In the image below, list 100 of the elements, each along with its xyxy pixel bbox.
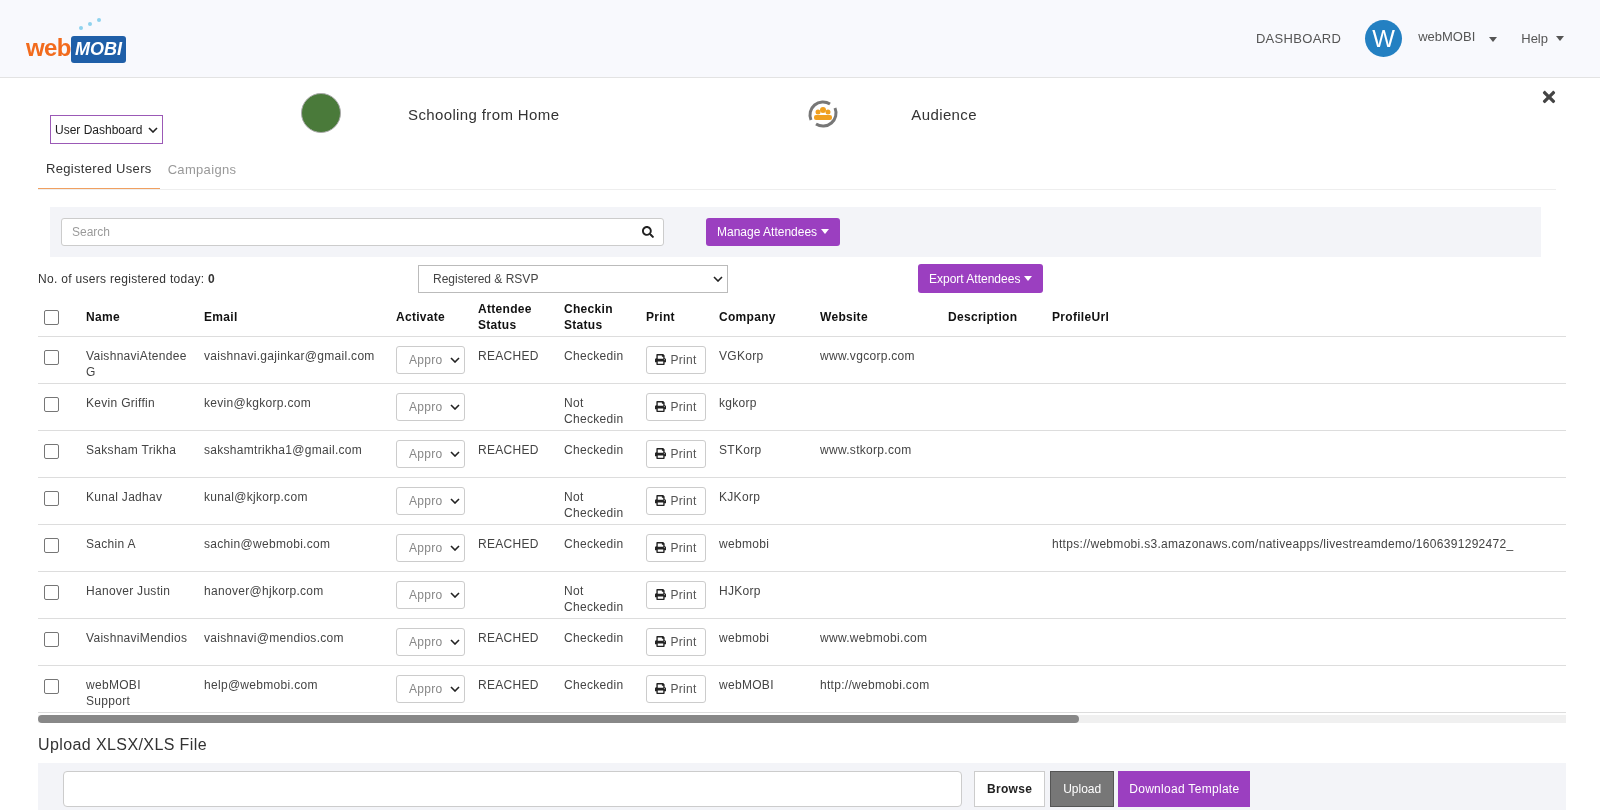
- chevron-icon: [450, 544, 460, 551]
- checkbox[interactable]: [44, 678, 59, 694]
- table-cell: VaishnaviAtendee G: [86, 347, 186, 380]
- printer-icon: [655, 448, 667, 459]
- view-select[interactable]: User Dashboard: [50, 115, 163, 144]
- chevron-icon: [450, 450, 460, 457]
- search-icon: [642, 225, 654, 238]
- chevron-icon: [450, 638, 460, 645]
- column-header: Company: [719, 309, 776, 325]
- checkbox[interactable]: [44, 309, 59, 325]
- printer-icon: [655, 589, 667, 600]
- print-button[interactable]: Print: [646, 533, 706, 562]
- table-cell: REACHED: [478, 441, 539, 458]
- upload-title: Upload XLSX/XLS File: [38, 734, 208, 755]
- table-cell-text: Not Checkedin: [564, 582, 625, 615]
- user-avatar[interactable]: W: [1365, 20, 1403, 57]
- close-button[interactable]: [1540, 88, 1558, 106]
- checkbox[interactable]: [44, 490, 59, 506]
- column-header: Attendee Status: [478, 300, 533, 333]
- checkbox[interactable]: [44, 537, 59, 553]
- upload-button[interactable]: Upload: [1050, 770, 1115, 807]
- table-cell: kunal@kjkorp.com: [204, 488, 308, 505]
- logo-badge: MOBI: [70, 35, 126, 63]
- status-select[interactable]: Appro: [396, 580, 465, 609]
- table-cell: Checkedin: [564, 676, 624, 693]
- status-select[interactable]: Appro: [396, 533, 465, 562]
- column-header: ProfileUrl: [1052, 309, 1109, 325]
- column-header: Description: [948, 309, 1018, 325]
- horizontal-scrollbar[interactable]: [38, 714, 1566, 723]
- table-cell: webMOBI: [719, 676, 774, 693]
- checkbox[interactable]: [44, 396, 59, 412]
- table-cell: kgkorp: [719, 394, 757, 411]
- file-field[interactable]: [63, 770, 962, 807]
- print-button[interactable]: Print: [646, 345, 706, 374]
- table-cell: Checkedin: [564, 441, 624, 458]
- table-cell: VaishnaviMendios: [86, 629, 186, 646]
- table-cell: STKorp: [719, 441, 762, 458]
- table-cell: Checkedin: [564, 535, 624, 552]
- printer-icon: [655, 542, 667, 553]
- filter-select[interactable]: Registered & RSVP: [418, 264, 728, 293]
- print-button[interactable]: Print: [646, 674, 706, 703]
- chevron-icon: [450, 497, 460, 504]
- checkbox[interactable]: [44, 584, 59, 600]
- status-select[interactable]: Appro: [396, 439, 465, 468]
- column-header: Website: [820, 309, 868, 325]
- table-cell: REACHED: [478, 535, 539, 552]
- event-name: Schooling from Home: [408, 105, 560, 125]
- table-cell: vaishnavi.gajinkar@gmail.com: [204, 347, 375, 364]
- search-field[interactable]: Search: [61, 217, 664, 246]
- user-menu[interactable]: webMOBI: [1418, 26, 1476, 47]
- printer-icon: [655, 683, 667, 694]
- column-header: Checkin Status: [564, 300, 614, 333]
- chevron-icon: [450, 685, 460, 692]
- table-cell: Checkedin: [564, 347, 624, 364]
- help-menu[interactable]: Help: [1521, 28, 1564, 49]
- chevron-icon: [450, 356, 460, 363]
- status-select[interactable]: Appro: [396, 486, 465, 515]
- printer-icon: [655, 495, 667, 506]
- export-attendees-button[interactable]: Export Attendees: [918, 264, 1044, 293]
- chevron-icon: [713, 275, 723, 282]
- checkbox[interactable]: [44, 631, 59, 647]
- browse-button[interactable]: Browse: [974, 770, 1046, 807]
- chevron-icon: [148, 126, 158, 133]
- column-header: Name: [86, 309, 120, 325]
- table-cell: REACHED: [478, 347, 539, 364]
- table-cell: http://webmobi.com: [820, 676, 930, 693]
- status-select[interactable]: Appro: [396, 392, 465, 421]
- print-button[interactable]: Print: [646, 486, 706, 515]
- table-cell: hanover@hjkorp.com: [204, 582, 324, 599]
- table-cell: vaishnavi@mendios.com: [204, 629, 344, 646]
- status-select[interactable]: Appro: [396, 674, 465, 703]
- table-cell: sakshamtrikha1@gmail.com: [204, 441, 363, 458]
- dashboard-link[interactable]: DASHBOARD: [1255, 28, 1342, 49]
- table-cell: https://webmobi.s3.amazonaws.com/nativeapps/livestreamdemo/1606391292472_: [1052, 535, 1514, 552]
- chevron-icon: [450, 591, 460, 598]
- dots-icon: [78, 17, 102, 30]
- status-select[interactable]: Appro: [396, 345, 465, 374]
- printer-icon: [655, 636, 667, 647]
- section-title: Audience: [911, 105, 977, 125]
- table-cell: REACHED: [478, 629, 539, 646]
- manage-attendees-button[interactable]: Manage Attendees: [706, 217, 841, 246]
- status-select[interactable]: Appro: [396, 627, 465, 656]
- download-template-button[interactable]: Download Template: [1118, 770, 1251, 807]
- chevron-icon: [450, 403, 460, 410]
- print-button[interactable]: Print: [646, 580, 706, 609]
- table-cell: www.webmobi.com: [820, 629, 928, 646]
- checkbox[interactable]: [44, 349, 59, 365]
- table-cell-text: Not Checkedin: [564, 394, 625, 427]
- printer-icon: [655, 401, 667, 412]
- print-button[interactable]: Print: [646, 627, 706, 656]
- table-cell: Checkedin: [564, 629, 624, 646]
- tab[interactable]: Registered Users: [38, 150, 160, 189]
- table-cell: Hanover Justin: [86, 582, 171, 599]
- registered-today-text: No. of users registered today: 0: [38, 270, 217, 288]
- logo-text: web: [26, 32, 71, 63]
- table-cell: webmobi: [719, 535, 770, 552]
- print-button[interactable]: Print: [646, 392, 706, 421]
- print-button[interactable]: Print: [646, 439, 706, 468]
- checkbox[interactable]: [44, 443, 59, 459]
- caret-icon: [1024, 276, 1033, 281]
